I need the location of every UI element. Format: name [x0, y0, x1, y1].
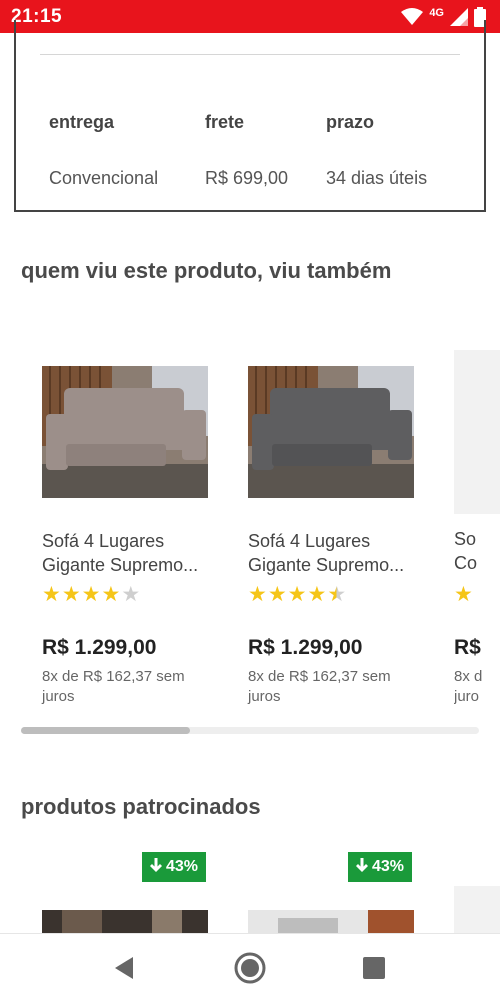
peek-star-icon: ★ — [454, 584, 473, 606]
product-name[interactable]: Sofá 4 Lugares Gigante Supremo... — [248, 529, 418, 577]
star-icon: ★ — [101, 583, 121, 606]
star-icon: ★ — [267, 583, 287, 606]
product-name[interactable]: Sofá 4 Lugares Gigante Supremo... — [42, 529, 212, 577]
product-name-line1: Sofá 4 Lugares — [42, 531, 165, 551]
star-icon: ★ — [307, 583, 327, 606]
peek-price: R$ — [454, 636, 481, 659]
discount-value: 43% — [165, 858, 199, 875]
arrow-down-icon — [149, 857, 162, 877]
product-image[interactable] — [42, 366, 208, 498]
peek-name-line1: So — [454, 529, 477, 549]
rating-stars: ★ ★ ★ ★ ★ — [248, 584, 346, 605]
shipping-cost: R$ 699,00 — [205, 168, 289, 188]
network-label: 4G — [429, 7, 444, 19]
recents-icon[interactable] — [358, 952, 390, 984]
peek-installments-line1: 8x d — [454, 668, 483, 685]
product-card-peek[interactable] — [454, 350, 500, 514]
discount-value: 43% — [371, 858, 405, 875]
product-price: R$ 1.299,00 — [42, 636, 157, 659]
shipping-header-frete: frete — [205, 112, 245, 132]
shipping-method: Convencional — [49, 168, 159, 188]
discount-badge: 43% — [348, 852, 412, 882]
shipping-header-prazo: prazo — [326, 112, 375, 132]
discount-badge: 43% — [142, 852, 206, 882]
peek-installments-line2: juro — [454, 688, 480, 705]
rating-stars: ★ ★ ★ ★ ★ — [42, 584, 140, 605]
sponsored-card-peek[interactable] — [454, 886, 500, 940]
back-icon[interactable] — [108, 952, 140, 984]
star-icon: ★ — [61, 583, 81, 606]
star-icon: ★ — [42, 583, 61, 606]
product-image[interactable] — [248, 366, 414, 498]
shipping-info-box: entrega frete prazo Convencional R$ 699,… — [14, 20, 486, 212]
product-price: R$ 1.299,00 — [248, 636, 363, 659]
navigation-bar — [0, 933, 500, 1000]
sponsored-section-title: produtos patrocinados — [21, 794, 261, 819]
shipping-header-entrega: entrega — [49, 112, 115, 132]
product-name-line2: Gigante Supremo... — [42, 555, 199, 575]
product-name-line2: Gigante Supremo... — [248, 555, 405, 575]
star-icon: ★ — [248, 583, 267, 606]
home-icon[interactable] — [234, 952, 266, 984]
star-icon: ★ — [81, 583, 101, 606]
star-icon: ★ — [287, 583, 307, 606]
product-installments: 8x de R$ 162,37 sem juros — [42, 668, 185, 705]
product-installments: 8x de R$ 162,37 sem juros — [248, 668, 391, 705]
star-icon: ★ — [121, 583, 141, 606]
related-section-title: quem viu este produto, viu também — [21, 258, 392, 283]
star-icon: ★ — [327, 583, 347, 606]
arrow-down-icon — [355, 857, 368, 877]
shipping-time: 34 dias úteis — [326, 168, 428, 188]
peek-name-line2: Co — [454, 553, 478, 573]
product-name-line1: Sofá 4 Lugares — [248, 531, 371, 551]
carousel-scroll-thumb[interactable] — [21, 727, 190, 734]
divider — [40, 54, 460, 55]
